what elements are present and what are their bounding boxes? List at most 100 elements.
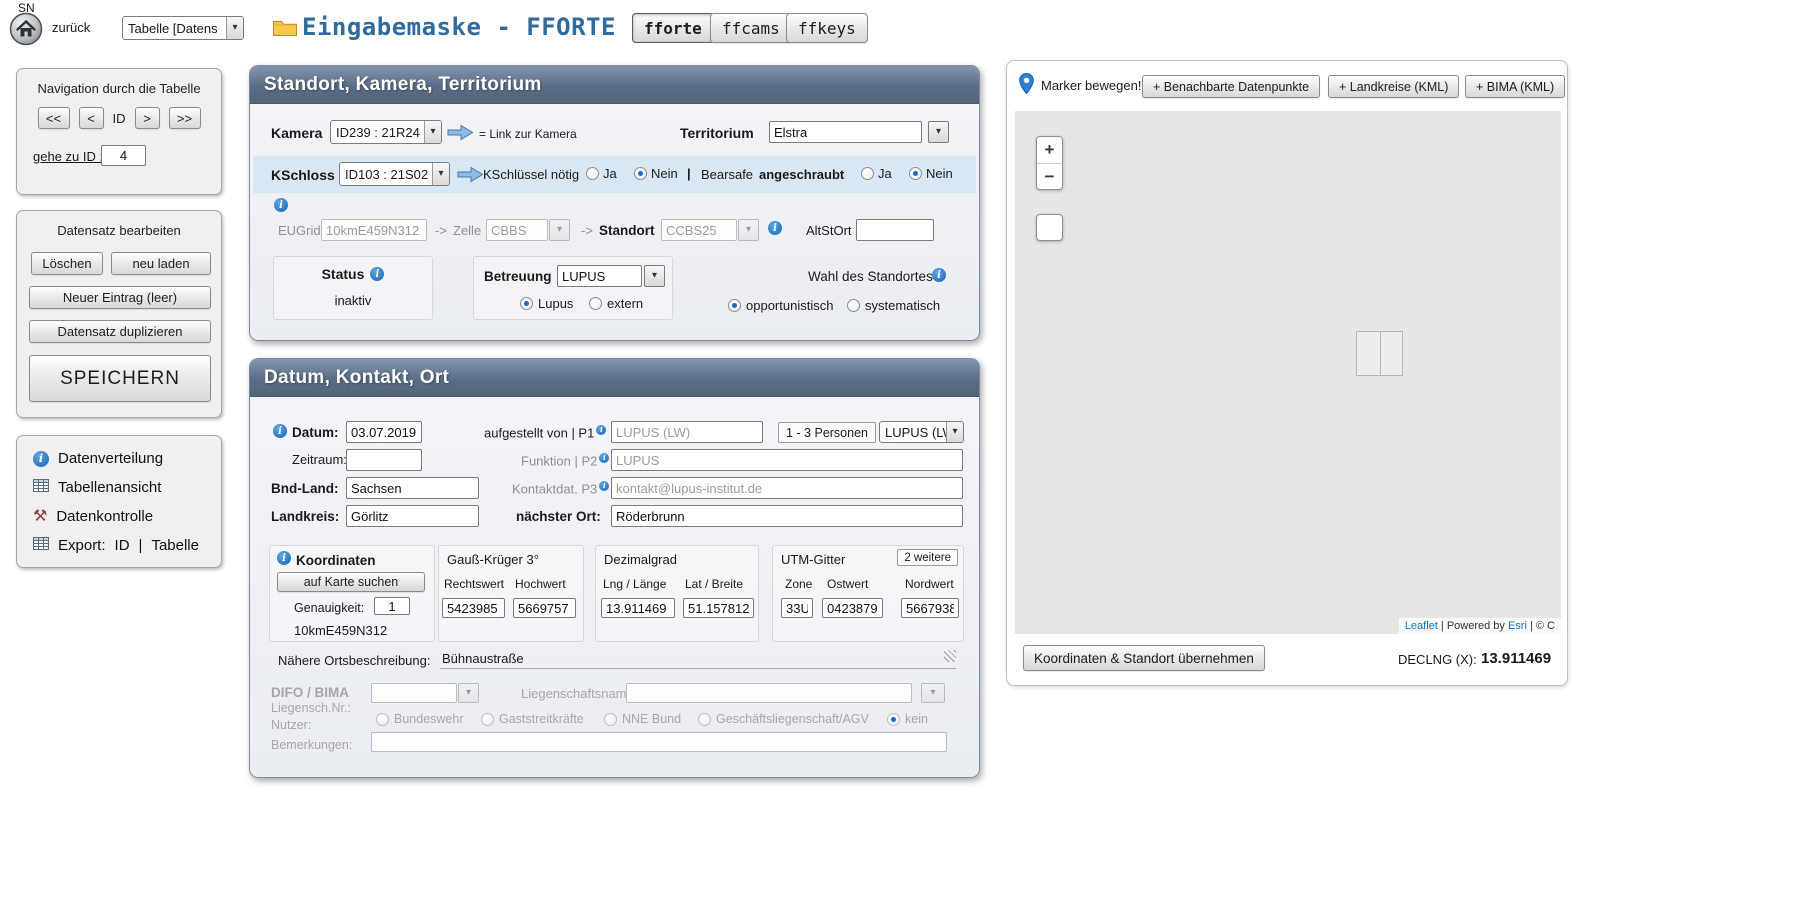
- zeitraum-input[interactable]: [346, 449, 422, 471]
- kschluessel-nein-radio[interactable]: [634, 167, 647, 180]
- sidebar-link-datenkontrolle[interactable]: Datenkontrolle: [56, 508, 153, 525]
- ortsbeschreibung-input[interactable]: Bühnaustraße: [440, 648, 956, 669]
- rechtswert-input[interactable]: [442, 598, 505, 618]
- add-landkreise-kml-button[interactable]: + Landkreise (KML): [1328, 75, 1459, 98]
- territorium-dropdown-button[interactable]: [928, 121, 949, 143]
- kschloss-label: KSchloss: [271, 167, 335, 183]
- export-id-link[interactable]: ID: [115, 537, 130, 554]
- bnd-land-label: Bnd-Land:: [271, 481, 338, 497]
- resize-handle-icon[interactable]: [944, 650, 956, 662]
- zeitraum-label: Zeitraum:: [292, 453, 347, 468]
- zelle-label: Zelle: [453, 224, 481, 239]
- kschloss-select-value: ID103 : 21S02: [340, 167, 432, 182]
- duplicate-record-button[interactable]: Datensatz duplizieren: [29, 320, 211, 343]
- lng-input[interactable]: [601, 598, 675, 618]
- more-coords-button[interactable]: 2 weitere: [897, 549, 958, 566]
- nav-next-button[interactable]: >: [135, 107, 160, 129]
- delete-button[interactable]: Löschen: [31, 252, 103, 275]
- wahl-opportunistisch-radio[interactable]: [728, 299, 741, 312]
- info-icon[interactable]: [599, 481, 609, 491]
- p1-input[interactable]: [611, 421, 763, 443]
- nav-first-button[interactable]: <<: [38, 107, 70, 129]
- record-edit-box: Datensatz bearbeiten Löschen neu laden N…: [16, 210, 222, 418]
- tab-ffcams[interactable]: ffcams: [710, 13, 792, 43]
- betreuung-input[interactable]: [557, 265, 642, 287]
- save-button[interactable]: SPEICHERN: [29, 355, 211, 402]
- home-icon[interactable]: [9, 12, 43, 46]
- add-datenpunkte-button[interactable]: + Benachbarte Datenpunkte: [1142, 75, 1320, 98]
- ostwert-input[interactable]: [822, 598, 883, 618]
- back-label[interactable]: zurück: [52, 21, 90, 36]
- apply-coordinates-button[interactable]: Koordinaten & Standort übernehmen: [1023, 645, 1265, 671]
- karte-suchen-button[interactable]: auf Karte suchen: [277, 572, 425, 592]
- app-root: SN zurück Tabelle [Datens Eingabemaske -…: [0, 0, 1796, 902]
- kschloss-link-arrow-icon[interactable]: [457, 166, 484, 186]
- genauigkeit-input[interactable]: [374, 597, 410, 615]
- info-icon[interactable]: [596, 425, 606, 435]
- p1-select-value: LUPUS (LW: [880, 425, 946, 440]
- naechster-ort-input[interactable]: [611, 505, 963, 527]
- datum-input[interactable]: [346, 421, 422, 443]
- info-icon[interactable]: [599, 453, 609, 463]
- betreuung-group: Betreuung Lupus extern: [473, 256, 673, 320]
- kschluessel-ja-label: Ja: [603, 166, 617, 181]
- map-extra-control-button[interactable]: [1036, 214, 1063, 241]
- export-separator: |: [139, 537, 143, 554]
- kschloss-select[interactable]: ID103 : 21S02: [339, 162, 450, 186]
- goto-id-input[interactable]: [101, 145, 146, 166]
- lat-input[interactable]: [683, 598, 754, 618]
- nordwert-input[interactable]: [901, 598, 959, 618]
- camera-link-arrow-icon[interactable]: [447, 124, 474, 144]
- add-bima-kml-button[interactable]: + BIMA (KML): [1465, 75, 1565, 98]
- landkreis-input[interactable]: [346, 505, 479, 527]
- p3-input[interactable]: [611, 477, 963, 499]
- liegensch-nr-label: Liegensch.Nr.:: [271, 701, 351, 715]
- link-zur-kamera-label: = Link zur Kamera: [479, 128, 577, 142]
- info-icon[interactable]: [768, 221, 782, 235]
- nutzer-geschaeftsliegenschaft-label: Geschäftsliegenschaft/AGV: [716, 712, 869, 726]
- sidebar-link-datenverteilung[interactable]: Datenverteilung: [58, 450, 163, 467]
- info-icon[interactable]: [274, 198, 288, 212]
- bnd-land-input[interactable]: [346, 477, 479, 499]
- leaflet-link[interactable]: Leaflet: [1405, 620, 1438, 632]
- info-icon[interactable]: [273, 424, 287, 438]
- bearsafe-nein-radio[interactable]: [909, 167, 922, 180]
- info-icon[interactable]: [932, 268, 946, 282]
- aufgestellt-label-text: aufgestellt von | P1: [484, 425, 594, 440]
- p1-select[interactable]: LUPUS (LW: [879, 421, 964, 443]
- info-icon[interactable]: [277, 551, 291, 565]
- altstort-input[interactable]: [856, 219, 934, 241]
- betreuung-dropdown-button[interactable]: [644, 265, 665, 287]
- new-entry-button[interactable]: Neuer Eintrag (leer): [29, 286, 211, 309]
- betreuung-lupus-radio[interactable]: [520, 297, 533, 310]
- hochwert-input[interactable]: [513, 598, 576, 618]
- ortsbeschreibung-value: Bühnaustraße: [442, 651, 524, 666]
- map-panel: Marker bewegen! + Benachbarte Datenpunkt…: [1006, 60, 1568, 686]
- reload-button[interactable]: neu laden: [111, 252, 211, 275]
- declng-value: 13.911469: [1481, 650, 1551, 667]
- bearsafe-ja-radio[interactable]: [861, 167, 874, 180]
- sidebar-link-tabellenansicht[interactable]: Tabellenansicht: [58, 479, 161, 496]
- betreuung-extern-radio[interactable]: [589, 297, 602, 310]
- wahl-systematisch-label: systematisch: [865, 298, 940, 313]
- goto-id-link[interactable]: gehe zu ID :: [33, 150, 103, 165]
- table-select[interactable]: Tabelle [Datens: [122, 16, 244, 40]
- info-icon[interactable]: [370, 267, 384, 281]
- map-canvas[interactable]: + − Leaflet | Powered by Esri | © C: [1015, 111, 1561, 634]
- zoom-in-button[interactable]: +: [1037, 137, 1062, 163]
- esri-link[interactable]: Esri: [1508, 620, 1527, 632]
- nav-last-button[interactable]: >>: [169, 107, 201, 129]
- nav-prev-button[interactable]: <: [79, 107, 104, 129]
- kschluessel-ja-radio[interactable]: [586, 167, 599, 180]
- table-navigation-box: Navigation durch die Tabelle << < ID > >…: [16, 68, 222, 195]
- kamera-select[interactable]: ID239 : 21R24: [330, 120, 442, 144]
- wahl-systematisch-radio[interactable]: [847, 299, 860, 312]
- zone-input[interactable]: [781, 598, 813, 618]
- territorium-input[interactable]: [769, 121, 922, 143]
- tab-ffkeys[interactable]: ffkeys: [786, 13, 868, 43]
- tab-fforte[interactable]: fforte: [632, 13, 714, 43]
- p2-input[interactable]: [611, 449, 963, 471]
- export-tabelle-link[interactable]: Tabelle: [151, 537, 199, 554]
- zoom-out-button[interactable]: −: [1037, 163, 1062, 189]
- personen-button[interactable]: 1 - 3 Personen: [778, 422, 876, 443]
